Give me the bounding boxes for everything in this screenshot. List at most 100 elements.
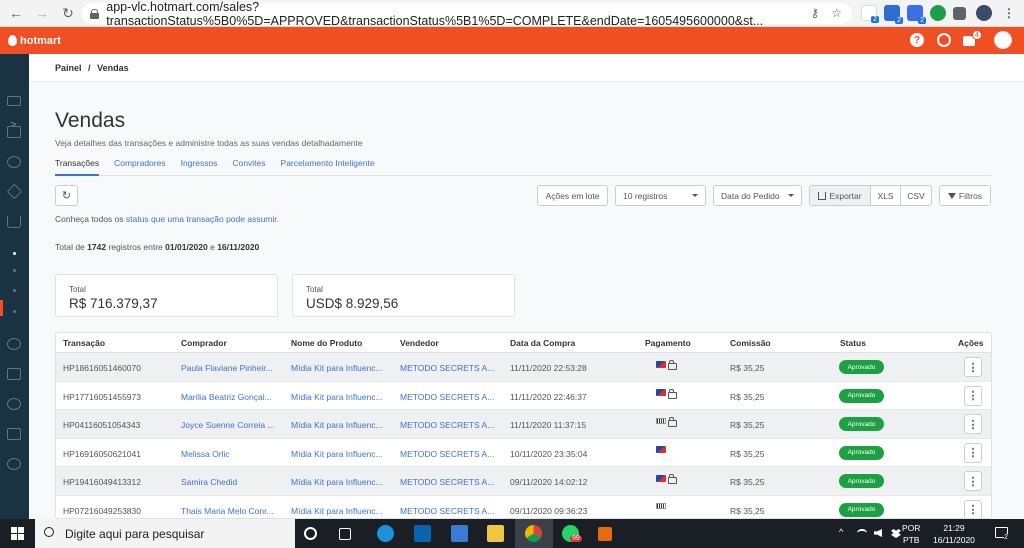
buyer-link[interactable]: Thais Maria Melo Conr...: [181, 506, 274, 516]
sidebar-chat-icon[interactable]: [7, 368, 21, 380]
csv-button[interactable]: CSV: [900, 185, 932, 206]
date-type-select[interactable]: Data do Pedido: [713, 185, 802, 206]
transaction-id[interactable]: HP04116051054343: [63, 420, 140, 430]
address-bar[interactable]: app-vlc.hotmart.com/sales?transactionSta…: [82, 0, 852, 28]
sidebar-dashboard-icon[interactable]: [7, 96, 21, 106]
records-per-page-select[interactable]: 10 registros: [615, 185, 706, 206]
hotmart-logo[interactable]: hotmart: [8, 35, 61, 47]
store-icon[interactable]: [451, 525, 468, 542]
table-row[interactable]: HP07216049253830 Thais Maria Melo Conr...…: [56, 496, 991, 518]
extension-xl-icon[interactable]: 2: [884, 5, 903, 24]
sidebar-box-icon[interactable]: [6, 183, 23, 200]
forward-button[interactable]: →: [32, 3, 52, 23]
sidebar-chart-icon[interactable]: [7, 428, 21, 440]
reload-button[interactable]: ↻: [58, 3, 78, 23]
tab-transacoes[interactable]: Transações: [55, 157, 100, 176]
table-row[interactable]: HP04116051054343 Joyce Suenne Correia ...…: [56, 410, 991, 439]
task-view-icon[interactable]: [339, 528, 351, 540]
row-actions-button[interactable]: ⋮: [964, 442, 982, 463]
help-icon[interactable]: ?: [910, 33, 924, 47]
row-actions-button[interactable]: ⋮: [964, 385, 982, 406]
seller-link[interactable]: METODO SECRETS A...: [400, 477, 494, 487]
profile-avatar-icon[interactable]: [976, 5, 992, 21]
th-produto[interactable]: Nome do Produto: [291, 338, 362, 348]
face-icon[interactable]: [937, 33, 951, 47]
table-row[interactable]: HP19416049413312 Samira Chedid Mídia Kit p…: [56, 467, 991, 496]
table-row[interactable]: HP18616051460070 Paula Flaviane Pinheir..…: [56, 353, 991, 382]
breadcrumb-home[interactable]: Painel: [55, 63, 82, 73]
tray-caret[interactable]: ^: [839, 527, 843, 537]
browser-menu-icon[interactable]: ⋮: [1003, 6, 1015, 20]
tab-compradores[interactable]: Compradores: [114, 157, 166, 176]
filters-button[interactable]: Filtros: [939, 185, 991, 206]
seller-link[interactable]: METODO SECRETS A...: [400, 506, 494, 516]
th-vendedor[interactable]: Vendedor: [400, 338, 439, 348]
sidebar-grid-icon[interactable]: [7, 126, 21, 138]
transaction-id[interactable]: HP16916050621041: [63, 449, 141, 459]
th-status[interactable]: Status: [840, 338, 866, 348]
seller-link[interactable]: METODO SECRETS A...: [400, 449, 494, 459]
network-icon[interactable]: [857, 529, 867, 537]
batch-actions-button[interactable]: Ações em lote: [537, 185, 608, 206]
windows-start-icon[interactable]: [11, 527, 24, 540]
row-actions-button[interactable]: ⋮: [964, 414, 982, 434]
extension-translate-icon[interactable]: 2: [861, 5, 879, 23]
seller-link[interactable]: METODO SECRETS A...: [400, 392, 494, 402]
sidebar-settings-icon[interactable]: [7, 458, 21, 470]
row-actions-button[interactable]: ⋮: [964, 499, 982, 518]
tab-convites[interactable]: Convites: [232, 157, 265, 176]
transaction-id[interactable]: HP07216049253830: [63, 506, 141, 516]
extension-screen-icon[interactable]: 2: [907, 5, 926, 24]
th-pagamento[interactable]: Pagamento: [645, 338, 691, 348]
sidebar-subitem-dot[interactable]: [13, 269, 16, 272]
sidebar-cart-icon[interactable]: [7, 216, 21, 228]
product-link[interactable]: Mídia Kit para Influenc...: [291, 392, 383, 402]
transaction-id[interactable]: HP17716051455973: [63, 392, 141, 402]
outlook-icon[interactable]: [414, 525, 431, 542]
key-icon[interactable]: ⚷: [810, 6, 819, 20]
xls-button[interactable]: XLS: [870, 185, 901, 206]
table-row[interactable]: HP16916050621041 Melissa Orlic Mídia Kit p…: [56, 439, 991, 467]
extensions-puzzle-icon[interactable]: [953, 7, 966, 20]
language-indicator[interactable]: POR PTB: [902, 522, 920, 546]
dropbox-icon[interactable]: [891, 529, 901, 538]
sidebar-subitem-dot[interactable]: [13, 289, 16, 292]
taskbar-search-input[interactable]: Digite aqui para pesquisar: [35, 519, 295, 548]
sidebar-money-icon[interactable]: [7, 398, 21, 410]
tab-parcelamento[interactable]: Parcelamento Inteligente: [281, 157, 375, 176]
volume-icon[interactable]: [874, 529, 882, 537]
sidebar-network-icon[interactable]: [7, 156, 21, 168]
back-button[interactable]: ←: [6, 3, 26, 23]
sidebar-subitem-dot[interactable]: [13, 252, 16, 255]
seller-link[interactable]: METODO SECRETS A...: [400, 420, 494, 430]
tab-ingressos[interactable]: Ingressos: [181, 157, 218, 176]
buyer-link[interactable]: Melissa Orlic: [181, 449, 230, 459]
export-button[interactable]: Exportar: [809, 185, 871, 206]
th-comprador[interactable]: Comprador: [181, 338, 227, 348]
product-link[interactable]: Mídia Kit para Influenc...: [291, 477, 383, 487]
product-link[interactable]: Mídia Kit para Influenc...: [291, 363, 383, 373]
seller-link[interactable]: METODO SECRETS A...: [400, 363, 494, 373]
sidebar-sync-icon[interactable]: [7, 338, 21, 350]
refresh-button[interactable]: ↻: [55, 185, 78, 206]
product-link[interactable]: Mídia Kit para Influenc...: [291, 449, 383, 459]
user-avatar[interactable]: [994, 31, 1012, 49]
file-explorer-icon[interactable]: [487, 525, 504, 542]
row-actions-button[interactable]: ⋮: [964, 471, 982, 491]
transaction-id[interactable]: HP18616051460070: [63, 363, 141, 373]
th-data[interactable]: Data da Compra: [510, 338, 575, 348]
app-orange-icon[interactable]: [598, 527, 612, 541]
system-clock[interactable]: 21:29 16/11/2020: [933, 522, 975, 546]
buyer-link[interactable]: Joyce Suenne Correia ...: [181, 420, 275, 430]
table-row[interactable]: HP17716051455973 Marília Beatriz Gonçal..…: [56, 382, 991, 410]
transaction-id[interactable]: HP19416049413312: [63, 477, 141, 487]
product-link[interactable]: Mídia Kit para Influenc...: [291, 506, 383, 516]
star-icon[interactable]: ☆: [831, 6, 842, 20]
status-info-link[interactable]: status que uma transação pode assumir.: [126, 214, 279, 224]
sidebar-subitem-dot[interactable]: [13, 310, 16, 313]
buyer-link[interactable]: Paula Flaviane Pinheir...: [181, 363, 273, 373]
th-comissao[interactable]: Comissão: [730, 338, 771, 348]
edge-icon[interactable]: [377, 525, 394, 542]
buyer-link[interactable]: Marília Beatriz Gonçal...: [181, 392, 272, 402]
cortana-icon[interactable]: [304, 527, 317, 540]
